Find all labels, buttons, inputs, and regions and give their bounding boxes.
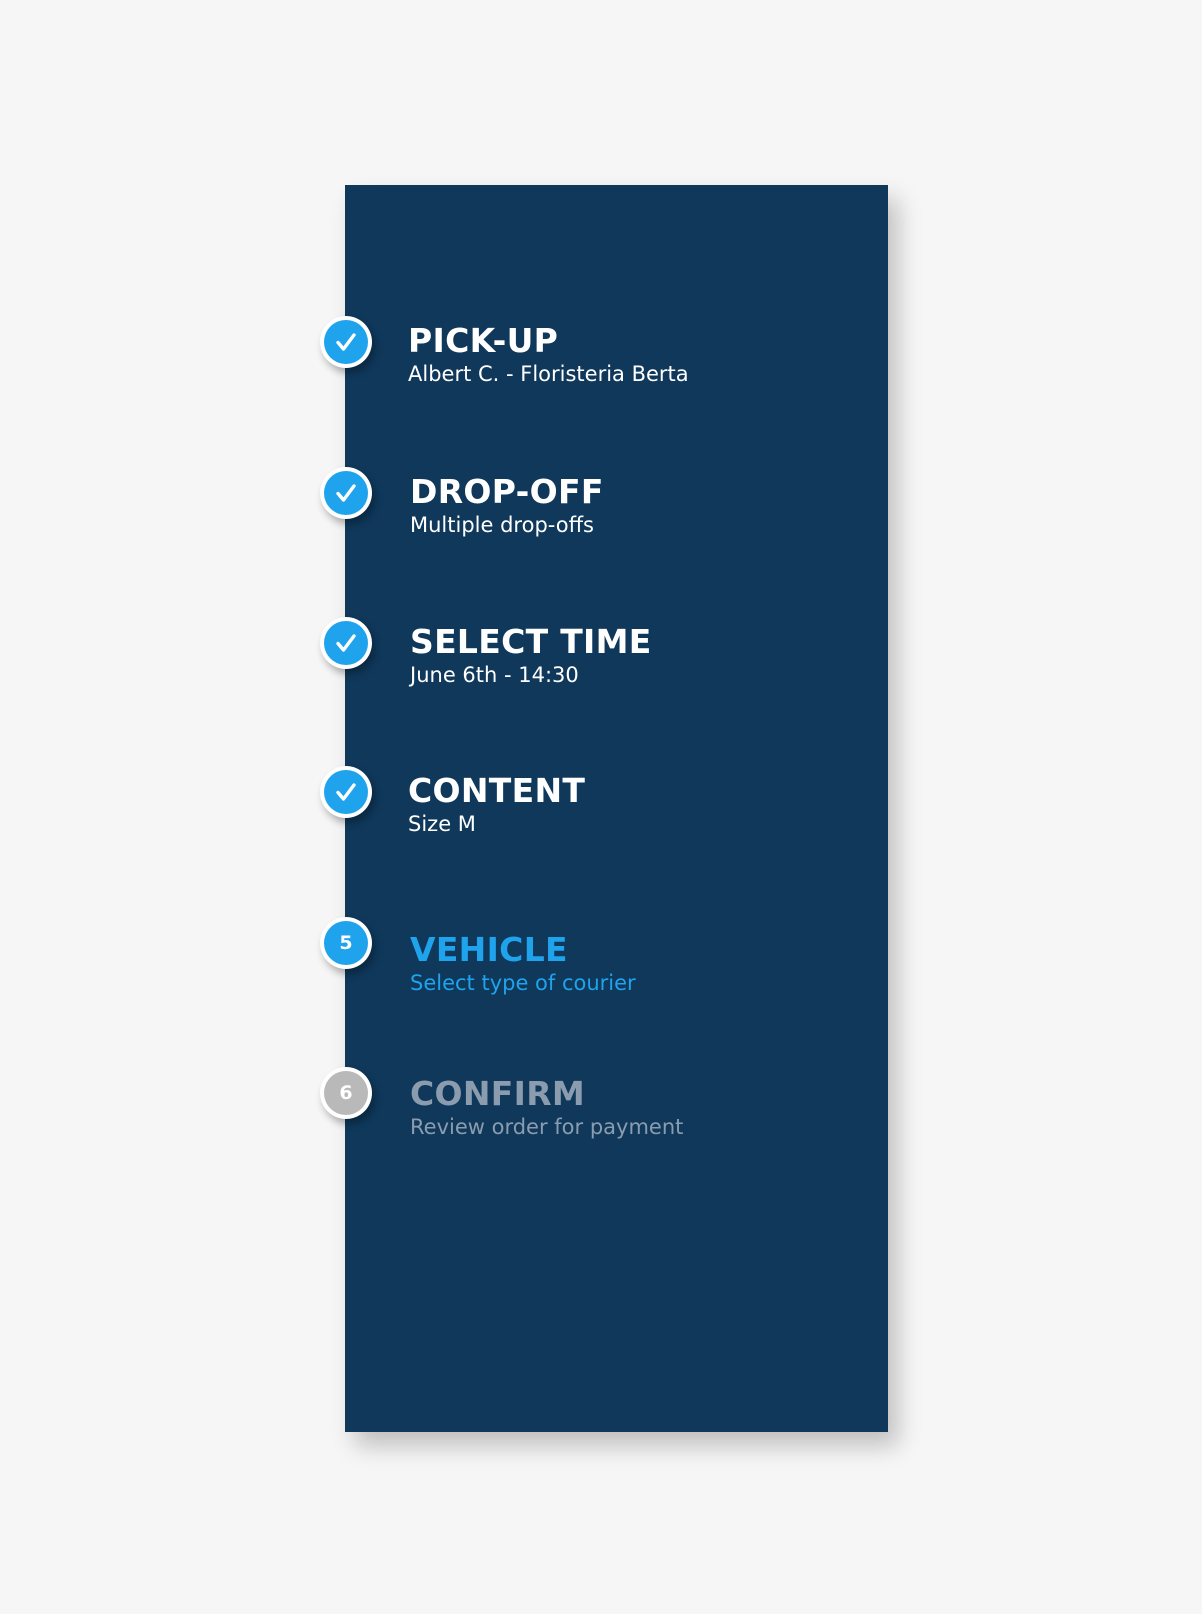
step-subtitle: Select type of courier <box>410 971 636 995</box>
step-vehicle[interactable]: 5 VEHICLE Select type of courier <box>320 917 840 997</box>
step-indicator <box>320 766 372 818</box>
step-subtitle: June 6th - 14:30 <box>410 663 579 687</box>
step-circle-fill <box>324 770 368 814</box>
step-indicator <box>320 316 372 368</box>
step-drop-off[interactable]: DROP-OFF Multiple drop-offs <box>320 467 840 547</box>
check-icon <box>336 484 356 502</box>
check-icon <box>336 333 356 351</box>
step-indicator <box>320 617 372 669</box>
step-title: CONFIRM <box>410 1074 586 1113</box>
step-circle-fill <box>324 320 368 364</box>
step-title: PICK-UP <box>408 321 559 360</box>
step-title: SELECT TIME <box>410 622 652 661</box>
step-title: VEHICLE <box>410 930 568 969</box>
step-pick-up[interactable]: PICK-UP Albert C. - Floristeria Berta <box>320 316 840 396</box>
step-subtitle: Size M <box>408 812 476 836</box>
step-subtitle: Albert C. - Floristeria Berta <box>408 362 689 386</box>
step-number: 5 <box>324 921 368 965</box>
step-title: DROP-OFF <box>410 472 604 511</box>
step-circle-fill <box>324 471 368 515</box>
step-indicator: 5 <box>320 917 372 969</box>
step-title: CONTENT <box>408 771 586 810</box>
step-indicator <box>320 467 372 519</box>
step-content[interactable]: CONTENT Size M <box>320 766 840 846</box>
step-select-time[interactable]: SELECT TIME June 6th - 14:30 <box>320 617 840 697</box>
check-icon <box>336 783 356 801</box>
check-icon <box>336 634 356 652</box>
step-subtitle: Multiple drop-offs <box>410 513 594 537</box>
step-number: 6 <box>324 1071 368 1115</box>
step-confirm: 6 CONFIRM Review order for payment <box>320 1067 840 1147</box>
step-subtitle: Review order for payment <box>410 1115 684 1139</box>
step-circle-fill <box>324 621 368 665</box>
step-indicator: 6 <box>320 1067 372 1119</box>
